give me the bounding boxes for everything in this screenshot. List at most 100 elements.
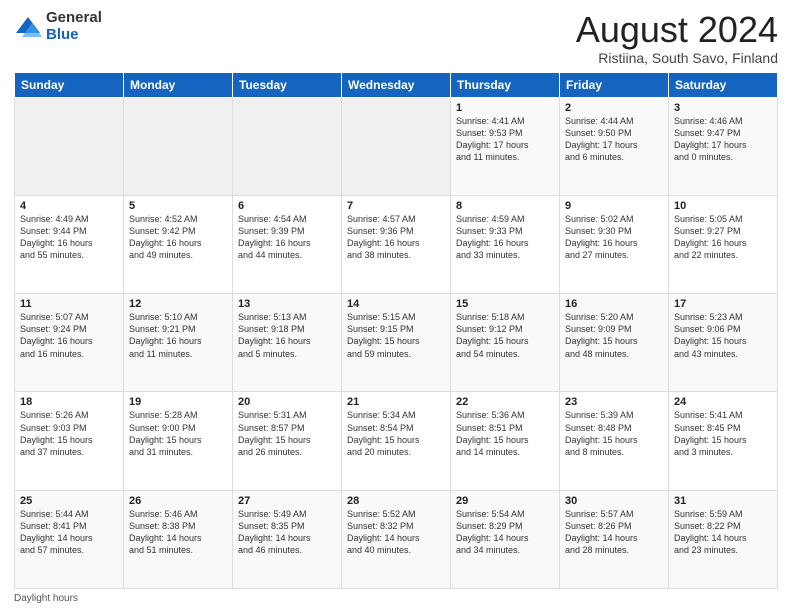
calendar-cell: 28Sunrise: 5:52 AM Sunset: 8:32 PM Dayli… [342, 490, 451, 588]
day-number: 21 [347, 396, 445, 408]
logo-icon [14, 13, 42, 41]
day-content: Sunrise: 5:57 AM Sunset: 8:26 PM Dayligh… [565, 508, 663, 557]
day-content: Sunrise: 5:44 AM Sunset: 8:41 PM Dayligh… [20, 508, 118, 557]
day-number: 19 [129, 396, 227, 408]
day-number: 6 [238, 200, 336, 212]
calendar-cell [342, 97, 451, 195]
day-content: Sunrise: 5:10 AM Sunset: 9:21 PM Dayligh… [129, 311, 227, 360]
calendar-cell [124, 97, 233, 195]
calendar-cell: 11Sunrise: 5:07 AM Sunset: 9:24 PM Dayli… [15, 294, 124, 392]
calendar-cell: 15Sunrise: 5:18 AM Sunset: 9:12 PM Dayli… [451, 294, 560, 392]
page: General Blue August 2024 Ristiina, South… [0, 0, 792, 612]
calendar-cell: 8Sunrise: 4:59 AM Sunset: 9:33 PM Daylig… [451, 195, 560, 293]
calendar-cell: 31Sunrise: 5:59 AM Sunset: 8:22 PM Dayli… [669, 490, 778, 588]
week-row-3: 11Sunrise: 5:07 AM Sunset: 9:24 PM Dayli… [15, 294, 778, 392]
day-number: 30 [565, 495, 663, 507]
day-content: Sunrise: 5:41 AM Sunset: 8:45 PM Dayligh… [674, 409, 772, 458]
day-number: 18 [20, 396, 118, 408]
day-number: 8 [456, 200, 554, 212]
day-content: Sunrise: 4:46 AM Sunset: 9:47 PM Dayligh… [674, 115, 772, 164]
calendar-cell: 18Sunrise: 5:26 AM Sunset: 9:03 PM Dayli… [15, 392, 124, 490]
week-row-1: 1Sunrise: 4:41 AM Sunset: 9:53 PM Daylig… [15, 97, 778, 195]
day-content: Sunrise: 5:31 AM Sunset: 8:57 PM Dayligh… [238, 409, 336, 458]
title-section: August 2024 Ristiina, South Savo, Finlan… [576, 10, 778, 66]
calendar-header: SundayMondayTuesdayWednesdayThursdayFrid… [15, 72, 778, 97]
day-number: 31 [674, 495, 772, 507]
calendar-cell: 19Sunrise: 5:28 AM Sunset: 9:00 PM Dayli… [124, 392, 233, 490]
calendar-cell: 24Sunrise: 5:41 AM Sunset: 8:45 PM Dayli… [669, 392, 778, 490]
calendar-title: August 2024 [576, 10, 778, 50]
day-content: Sunrise: 5:07 AM Sunset: 9:24 PM Dayligh… [20, 311, 118, 360]
header-weekday-saturday: Saturday [669, 72, 778, 97]
calendar-cell [233, 97, 342, 195]
calendar-cell: 16Sunrise: 5:20 AM Sunset: 9:09 PM Dayli… [560, 294, 669, 392]
logo-blue: Blue [46, 27, 102, 44]
calendar-cell: 2Sunrise: 4:44 AM Sunset: 9:50 PM Daylig… [560, 97, 669, 195]
calendar-cell: 9Sunrise: 5:02 AM Sunset: 9:30 PM Daylig… [560, 195, 669, 293]
day-content: Sunrise: 5:26 AM Sunset: 9:03 PM Dayligh… [20, 409, 118, 458]
week-row-5: 25Sunrise: 5:44 AM Sunset: 8:41 PM Dayli… [15, 490, 778, 588]
day-number: 9 [565, 200, 663, 212]
day-number: 17 [674, 298, 772, 310]
calendar-cell: 5Sunrise: 4:52 AM Sunset: 9:42 PM Daylig… [124, 195, 233, 293]
day-number: 22 [456, 396, 554, 408]
calendar-cell: 29Sunrise: 5:54 AM Sunset: 8:29 PM Dayli… [451, 490, 560, 588]
day-number: 16 [565, 298, 663, 310]
day-content: Sunrise: 4:52 AM Sunset: 9:42 PM Dayligh… [129, 213, 227, 262]
calendar-cell: 7Sunrise: 4:57 AM Sunset: 9:36 PM Daylig… [342, 195, 451, 293]
header-weekday-sunday: Sunday [15, 72, 124, 97]
day-content: Sunrise: 5:05 AM Sunset: 9:27 PM Dayligh… [674, 213, 772, 262]
day-number: 27 [238, 495, 336, 507]
calendar-cell: 13Sunrise: 5:13 AM Sunset: 9:18 PM Dayli… [233, 294, 342, 392]
calendar-cell: 30Sunrise: 5:57 AM Sunset: 8:26 PM Dayli… [560, 490, 669, 588]
day-content: Sunrise: 5:20 AM Sunset: 9:09 PM Dayligh… [565, 311, 663, 360]
calendar-cell: 22Sunrise: 5:36 AM Sunset: 8:51 PM Dayli… [451, 392, 560, 490]
day-content: Sunrise: 5:54 AM Sunset: 8:29 PM Dayligh… [456, 508, 554, 557]
day-content: Sunrise: 5:28 AM Sunset: 9:00 PM Dayligh… [129, 409, 227, 458]
day-content: Sunrise: 5:36 AM Sunset: 8:51 PM Dayligh… [456, 409, 554, 458]
day-number: 3 [674, 102, 772, 114]
day-content: Sunrise: 4:44 AM Sunset: 9:50 PM Dayligh… [565, 115, 663, 164]
calendar-table: SundayMondayTuesdayWednesdayThursdayFrid… [14, 72, 778, 589]
day-number: 29 [456, 495, 554, 507]
day-number: 28 [347, 495, 445, 507]
logo: General Blue [14, 10, 102, 43]
calendar-cell: 27Sunrise: 5:49 AM Sunset: 8:35 PM Dayli… [233, 490, 342, 588]
day-content: Sunrise: 5:34 AM Sunset: 8:54 PM Dayligh… [347, 409, 445, 458]
calendar-cell: 12Sunrise: 5:10 AM Sunset: 9:21 PM Dayli… [124, 294, 233, 392]
day-number: 11 [20, 298, 118, 310]
day-content: Sunrise: 5:39 AM Sunset: 8:48 PM Dayligh… [565, 409, 663, 458]
calendar-cell: 3Sunrise: 4:46 AM Sunset: 9:47 PM Daylig… [669, 97, 778, 195]
day-number: 24 [674, 396, 772, 408]
calendar-cell: 4Sunrise: 4:49 AM Sunset: 9:44 PM Daylig… [15, 195, 124, 293]
calendar-subtitle: Ristiina, South Savo, Finland [576, 50, 778, 66]
day-number: 23 [565, 396, 663, 408]
day-content: Sunrise: 4:59 AM Sunset: 9:33 PM Dayligh… [456, 213, 554, 262]
day-content: Sunrise: 5:23 AM Sunset: 9:06 PM Dayligh… [674, 311, 772, 360]
header-weekday-monday: Monday [124, 72, 233, 97]
day-number: 7 [347, 200, 445, 212]
calendar-cell: 10Sunrise: 5:05 AM Sunset: 9:27 PM Dayli… [669, 195, 778, 293]
calendar-cell: 20Sunrise: 5:31 AM Sunset: 8:57 PM Dayli… [233, 392, 342, 490]
calendar-body: 1Sunrise: 4:41 AM Sunset: 9:53 PM Daylig… [15, 97, 778, 588]
day-number: 2 [565, 102, 663, 114]
calendar-cell: 14Sunrise: 5:15 AM Sunset: 9:15 PM Dayli… [342, 294, 451, 392]
day-number: 15 [456, 298, 554, 310]
week-row-4: 18Sunrise: 5:26 AM Sunset: 9:03 PM Dayli… [15, 392, 778, 490]
day-content: Sunrise: 5:18 AM Sunset: 9:12 PM Dayligh… [456, 311, 554, 360]
header-weekday-friday: Friday [560, 72, 669, 97]
day-number: 5 [129, 200, 227, 212]
calendar-cell: 1Sunrise: 4:41 AM Sunset: 9:53 PM Daylig… [451, 97, 560, 195]
header-weekday-wednesday: Wednesday [342, 72, 451, 97]
day-number: 1 [456, 102, 554, 114]
header-weekday-thursday: Thursday [451, 72, 560, 97]
day-number: 14 [347, 298, 445, 310]
day-number: 10 [674, 200, 772, 212]
calendar-cell: 26Sunrise: 5:46 AM Sunset: 8:38 PM Dayli… [124, 490, 233, 588]
day-content: Sunrise: 5:46 AM Sunset: 8:38 PM Dayligh… [129, 508, 227, 557]
logo-text: General Blue [46, 10, 102, 43]
calendar-cell: 25Sunrise: 5:44 AM Sunset: 8:41 PM Dayli… [15, 490, 124, 588]
day-content: Sunrise: 5:52 AM Sunset: 8:32 PM Dayligh… [347, 508, 445, 557]
header-weekday-tuesday: Tuesday [233, 72, 342, 97]
day-number: 20 [238, 396, 336, 408]
